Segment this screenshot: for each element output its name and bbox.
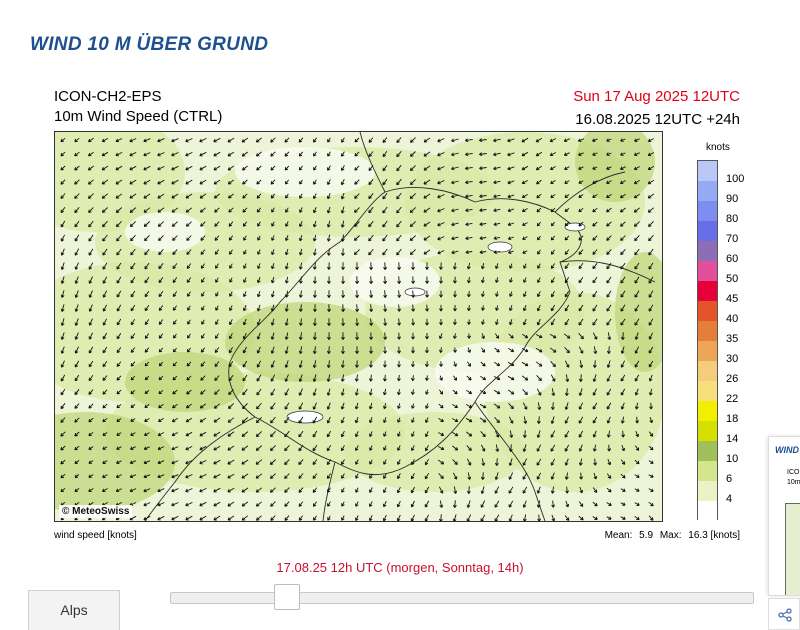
legend-swatch — [698, 441, 717, 461]
legend-swatch — [698, 161, 717, 181]
legend-label: 90 — [726, 193, 739, 205]
model-name: ICON-CH2-EPS — [54, 88, 162, 105]
legend-label: 50 — [726, 273, 739, 285]
legend-swatch — [698, 301, 717, 321]
legend-swatch — [698, 321, 717, 341]
wind-map: © MeteoSwiss — [54, 131, 663, 522]
legend-label: 30 — [726, 353, 739, 365]
time-slider-caption: 17.08.25 12h UTC (morgen, Sonntag, 14h) — [276, 560, 524, 575]
legend-swatch — [698, 421, 717, 441]
credit-label: © MeteoSwiss — [59, 505, 133, 518]
max-value: 16.3 [knots] — [688, 530, 740, 541]
terrain-patch — [345, 412, 525, 492]
legend-label: 18 — [726, 413, 739, 425]
legend-label: 45 — [726, 293, 739, 305]
legend-swatch — [698, 361, 717, 381]
legend-swatch — [698, 381, 717, 401]
legend-label: 26 — [726, 373, 739, 385]
footnote-stats: Mean: 5.9 Max: 16.3 [knots] — [601, 530, 740, 541]
side-preview-line-1: ICO — [787, 469, 800, 476]
legend-label: 4 — [726, 493, 733, 505]
side-preview-line-2: 10m — [787, 479, 800, 486]
terrain-patch — [125, 352, 245, 412]
run-time: 16.08.2025 12UTC +24h — [575, 111, 740, 128]
page-title: WIND 10 M ÜBER GRUND — [30, 34, 269, 55]
time-slider-thumb[interactable] — [273, 584, 300, 610]
legend-label: 80 — [726, 213, 739, 225]
share-icon — [778, 608, 792, 622]
legend-label: 14 — [726, 433, 739, 445]
legend-swatch — [698, 401, 717, 421]
legend-swatch — [698, 461, 717, 481]
legend-label: 100 — [726, 173, 745, 185]
time-slider-track[interactable] — [170, 592, 754, 604]
lake-outline — [564, 222, 586, 232]
side-preview-map — [785, 503, 800, 595]
legend-swatch — [698, 481, 717, 501]
legend-swatch — [698, 201, 717, 221]
legend-label: 10 — [726, 453, 739, 465]
terrain-pale — [125, 212, 205, 252]
legend-swatch — [698, 181, 717, 201]
legend-swatch — [698, 341, 717, 361]
region-button-alps[interactable]: Alps — [28, 590, 120, 630]
footnote-wind-speed: wind speed [knots] — [54, 530, 137, 541]
valid-time: Sun 17 Aug 2025 12UTC — [573, 88, 740, 105]
lake-outline — [286, 410, 324, 424]
legend-label: 35 — [726, 333, 739, 345]
lake-outline — [487, 241, 513, 253]
legend-swatch — [698, 261, 717, 281]
terrain-pale — [435, 342, 555, 402]
variable-name: 10m Wind Speed (CTRL) — [54, 108, 223, 125]
terrain-pale — [235, 147, 375, 197]
legend-swatch — [698, 221, 717, 241]
color-legend — [697, 160, 718, 521]
max-label: Max: — [659, 530, 682, 541]
side-preview-title: WIND — [775, 445, 799, 455]
side-preview-panel[interactable]: WIND ICO 10m — [768, 436, 800, 596]
share-button[interactable] — [768, 598, 800, 630]
legend-label: 70 — [726, 233, 739, 245]
terrain-patch — [225, 302, 385, 382]
legend-swatch — [698, 281, 717, 301]
legend-label: 40 — [726, 313, 739, 325]
mean-value: 5.9 — [639, 530, 654, 541]
lake-outline — [404, 287, 426, 297]
wind-map-graphic — [55, 132, 662, 521]
mean-label: Mean: — [604, 530, 633, 541]
legend-unit: knots — [706, 142, 730, 153]
legend-label: 22 — [726, 393, 739, 405]
legend-swatch — [698, 501, 717, 521]
legend-label: 60 — [726, 253, 739, 265]
legend-label: 6 — [726, 473, 733, 485]
legend-swatch — [698, 241, 717, 261]
